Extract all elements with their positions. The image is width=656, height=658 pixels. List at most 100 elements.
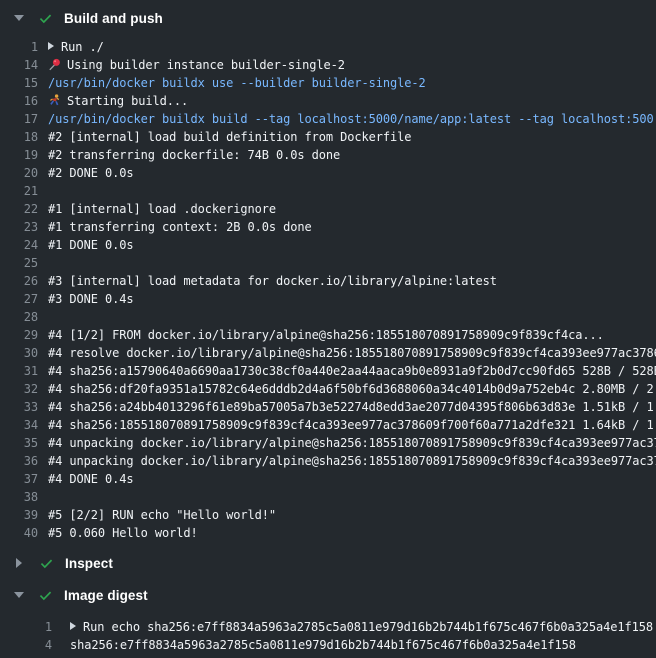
line-number[interactable]: 27: [0, 290, 38, 308]
success-check-icon: [39, 556, 54, 571]
log-line: 21: [0, 182, 656, 200]
line-number[interactable]: 37: [0, 470, 38, 488]
log-text: Run ./: [48, 38, 104, 56]
line-number[interactable]: 1: [0, 38, 38, 56]
log-line: 30 #4 resolve docker.io/library/alpine@sh…: [0, 344, 656, 362]
line-number[interactable]: 34: [0, 416, 38, 434]
log-line: 40 #5 0.060 Hello world!: [0, 524, 656, 542]
log-text: #5 [2/2] RUN echo "Hello world!": [48, 506, 276, 524]
log-line: 36#4 unpacking docker.io/library/alpine@…: [0, 452, 656, 470]
log-line: 15/usr/bin/docker buildx use --builder b…: [0, 74, 656, 92]
line-number[interactable]: 36: [0, 452, 38, 470]
log-text: #3 [internal] load metadata for docker.i…: [48, 272, 497, 290]
line-number[interactable]: 19: [0, 146, 38, 164]
log-line: 33 #4 sha256:a24bb4013296f61e89ba57005a7b…: [0, 398, 656, 416]
workflow-log-viewer: Build and push 1Run ./14Using builder in…: [0, 0, 656, 658]
log-line: 28: [0, 308, 656, 326]
line-number[interactable]: 30: [0, 344, 38, 362]
line-number[interactable]: 21: [0, 182, 38, 200]
chevron-down-icon[interactable]: [14, 592, 24, 598]
expand-run-icon[interactable]: [48, 42, 54, 50]
log-text: Run echo sha256:e7ff8834a5963a2785c5a081…: [70, 618, 653, 636]
log-line: 25: [0, 254, 656, 272]
log-text: #2 DONE 0.0s: [48, 164, 134, 182]
section-title: Build and push: [64, 11, 163, 26]
line-number[interactable]: 4: [0, 636, 52, 654]
line-number[interactable]: 35: [0, 434, 38, 452]
line-number[interactable]: 15: [0, 74, 38, 92]
log-text: #4 [1/2] FROM docker.io/library/alpine@s…: [48, 326, 604, 344]
log-line: 18 #2 [internal] load build definition fr…: [0, 128, 656, 146]
section-header-build-and-push[interactable]: Build and push: [0, 0, 656, 36]
line-number[interactable]: 39: [0, 506, 38, 524]
log-text: #5 0.060 Hello world!: [48, 524, 198, 542]
line-number[interactable]: 32: [0, 380, 38, 398]
log-text: #4 sha256:a24bb4013296f61e89ba57005a7b3e…: [48, 398, 656, 416]
line-number[interactable]: 40: [0, 524, 38, 542]
log-lines-image-digest: 1 Run echo sha256:e7ff8834a5963a2785c5a08…: [0, 618, 656, 654]
log-line: 16 Starting build...: [0, 92, 656, 110]
expand-run-icon[interactable]: [70, 622, 76, 630]
log-text: #4 DONE 0.4s: [48, 470, 134, 488]
line-number[interactable]: 33: [0, 398, 38, 416]
chevron-down-icon[interactable]: [14, 15, 24, 21]
log-line: 14 Using builder instance builder-single-…: [0, 56, 656, 74]
line-number[interactable]: 31: [0, 362, 38, 380]
log-text: #3 DONE 0.4s: [48, 290, 134, 308]
log-line: 23 #1 transferring context: 2B 0.0s done: [0, 218, 656, 236]
log-line: 31 #4 sha256:a15790640a6690aa1730c38cf0a4…: [0, 362, 656, 380]
log-text: #4 unpacking docker.io/library/alpine@sh…: [48, 434, 656, 452]
section-title: Image digest: [64, 588, 148, 603]
log-line: 1 Run echo sha256:e7ff8834a5963a2785c5a08…: [0, 618, 656, 636]
log-line: 32 #4 sha256:df20fa9351a15782c64e6dddb2d4…: [0, 380, 656, 398]
log-text: Starting build...: [48, 92, 188, 110]
line-number[interactable]: 23: [0, 218, 38, 236]
section-header-image-digest[interactable]: Image digest: [0, 579, 656, 611]
line-number[interactable]: 24: [0, 236, 38, 254]
pushpin-icon: [48, 58, 61, 71]
section-header-inspect[interactable]: Inspect: [0, 547, 656, 579]
log-text: #4 sha256:a15790640a6690aa1730c38cf0a440…: [48, 362, 656, 380]
log-line: 38: [0, 488, 656, 506]
success-check-icon: [38, 588, 53, 603]
line-number[interactable]: 20: [0, 164, 38, 182]
line-number[interactable]: 25: [0, 254, 38, 272]
log-line: 26 #3 [internal] load metadata for docker…: [0, 272, 656, 290]
line-number[interactable]: 1: [0, 618, 52, 636]
line-number[interactable]: 29: [0, 326, 38, 344]
section-title: Inspect: [65, 556, 113, 571]
line-number[interactable]: 18: [0, 128, 38, 146]
line-number[interactable]: 22: [0, 200, 38, 218]
log-line: 35 #4 unpacking docker.io/library/alpine@…: [0, 434, 656, 452]
log-text: #1 DONE 0.0s: [48, 236, 134, 254]
log-line: 19 #2 transferring dockerfile: 74B 0.0s d…: [0, 146, 656, 164]
line-number[interactable]: 14: [0, 56, 38, 74]
line-number[interactable]: 16: [0, 92, 38, 110]
log-line: 39 #5 [2/2] RUN echo "Hello world!": [0, 506, 656, 524]
log-line: 34 #4 sha256:185518070891758909c9f839cf4c…: [0, 416, 656, 434]
log-text: #4 sha256:185518070891758909c9f839cf4ca3…: [48, 416, 656, 434]
log-line: 24 #1 DONE 0.0s: [0, 236, 656, 254]
log-line: 27 #3 DONE 0.4s: [0, 290, 656, 308]
log-text: #1 transferring context: 2B 0.0s done: [48, 218, 312, 236]
log-text: #2 [internal] load build definition from…: [48, 128, 411, 146]
line-number[interactable]: 17: [0, 110, 38, 128]
log-text: #4 sha256:df20fa9351a15782c64e6dddb2d4a6…: [48, 380, 656, 398]
log-text: Using builder instance builder-single-2: [48, 56, 345, 74]
line-number[interactable]: 38: [0, 488, 38, 506]
log-lines-build-and-push: 1 Run ./ 14 Using builder instance builder-…: [0, 38, 656, 542]
line-number[interactable]: 26: [0, 272, 38, 290]
log-line: 20 #2 DONE 0.0s: [0, 164, 656, 182]
log-text: #4 resolve docker.io/library/alpine@sha2…: [48, 344, 656, 362]
success-check-icon: [38, 11, 53, 26]
log-line: 4sha256:e7ff8834a5963a2785c5a0811e979d16…: [0, 636, 656, 654]
log-line: 22 #1 [internal] load .dockerignore: [0, 200, 656, 218]
log-line: 37 #4 DONE 0.4s: [0, 470, 656, 488]
runner-icon: [48, 94, 61, 107]
log-text: #1 [internal] load .dockerignore: [48, 200, 276, 218]
line-number[interactable]: 28: [0, 308, 38, 326]
log-line: 29 #4 [1/2] FROM docker.io/library/alpine…: [0, 326, 656, 344]
log-text: #2 transferring dockerfile: 74B 0.0s don…: [48, 146, 340, 164]
log-line: 1 Run ./: [0, 38, 656, 56]
chevron-right-icon[interactable]: [16, 558, 22, 568]
